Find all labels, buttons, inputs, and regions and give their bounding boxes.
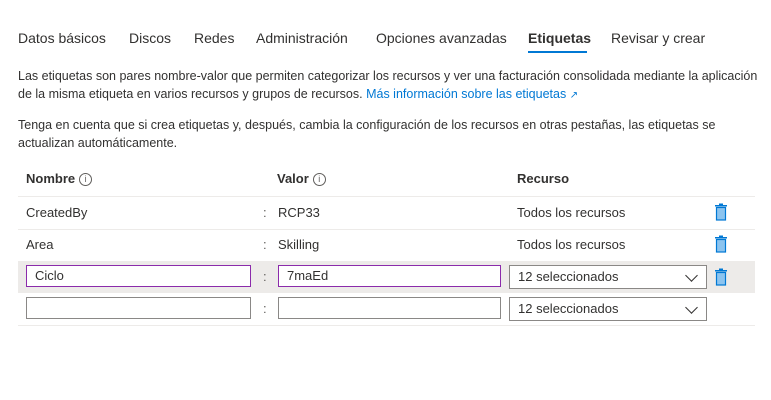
learn-more-label: Más información sobre las etiquetas xyxy=(366,87,567,101)
divider xyxy=(18,325,755,326)
header-recurso: Recurso xyxy=(517,171,570,186)
separator: : xyxy=(263,269,267,284)
divider xyxy=(18,229,755,230)
active-tab-indicator xyxy=(528,51,587,53)
tab-redes[interactable]: Redes xyxy=(194,30,234,46)
chevron-down-icon xyxy=(685,301,698,314)
delete-icon[interactable] xyxy=(714,203,728,221)
separator: : xyxy=(263,237,267,252)
chevron-down-icon xyxy=(685,269,698,282)
separator: : xyxy=(263,205,267,220)
intro-text: Las etiquetas son pares nombre-valor que… xyxy=(18,67,758,105)
tab-opciones-avanzadas[interactable]: Opciones avanzadas xyxy=(376,30,507,46)
divider xyxy=(18,196,755,197)
external-link-icon: ↗ xyxy=(569,90,579,101)
tag-name: CreatedBy xyxy=(26,205,88,220)
tab-etiquetas[interactable]: Etiquetas xyxy=(528,30,591,46)
tag-resource: Todos los recursos xyxy=(517,237,626,252)
header-valor: Valor i xyxy=(277,171,326,186)
resource-select-value: 12 seleccionados xyxy=(518,269,619,284)
new-tag-name-input[interactable] xyxy=(26,297,251,319)
tag-resource: Todos los recursos xyxy=(517,205,626,220)
tag-value: RCP33 xyxy=(278,205,320,220)
header-nombre: Nombre i xyxy=(26,171,93,186)
separator: : xyxy=(263,301,267,316)
tab-revisar-y-crear[interactable]: Revisar y crear xyxy=(611,30,705,46)
tab-datos-basicos[interactable]: Datos básicos xyxy=(18,30,106,46)
tag-value: Skilling xyxy=(278,237,320,252)
info-icon[interactable]: i xyxy=(79,173,93,186)
delete-icon[interactable] xyxy=(714,268,728,286)
learn-more-link[interactable]: Más información sobre las etiquetas ↗ xyxy=(366,87,578,101)
resource-select-value: 12 seleccionados xyxy=(518,301,619,316)
header-valor-label: Valor xyxy=(277,171,309,186)
tag-name: Area xyxy=(26,237,54,252)
note-text: Tenga en cuenta que si crea etiquetas y,… xyxy=(18,118,716,150)
tag-value-input[interactable]: 7maEd xyxy=(278,265,501,287)
tag-name-input[interactable]: Ciclo xyxy=(26,265,251,287)
tab-administracion[interactable]: Administración xyxy=(256,30,348,46)
resource-select[interactable]: 12 seleccionados xyxy=(509,265,707,289)
new-tag-value-input[interactable] xyxy=(278,297,501,319)
header-nombre-label: Nombre xyxy=(26,171,76,186)
table-row-editing: Ciclo : 7maEd 12 seleccionados xyxy=(18,261,755,293)
delete-icon[interactable] xyxy=(714,235,728,253)
tab-discos[interactable]: Discos xyxy=(129,30,171,46)
info-icon[interactable]: i xyxy=(312,173,326,186)
new-resource-select[interactable]: 12 seleccionados xyxy=(509,297,707,321)
